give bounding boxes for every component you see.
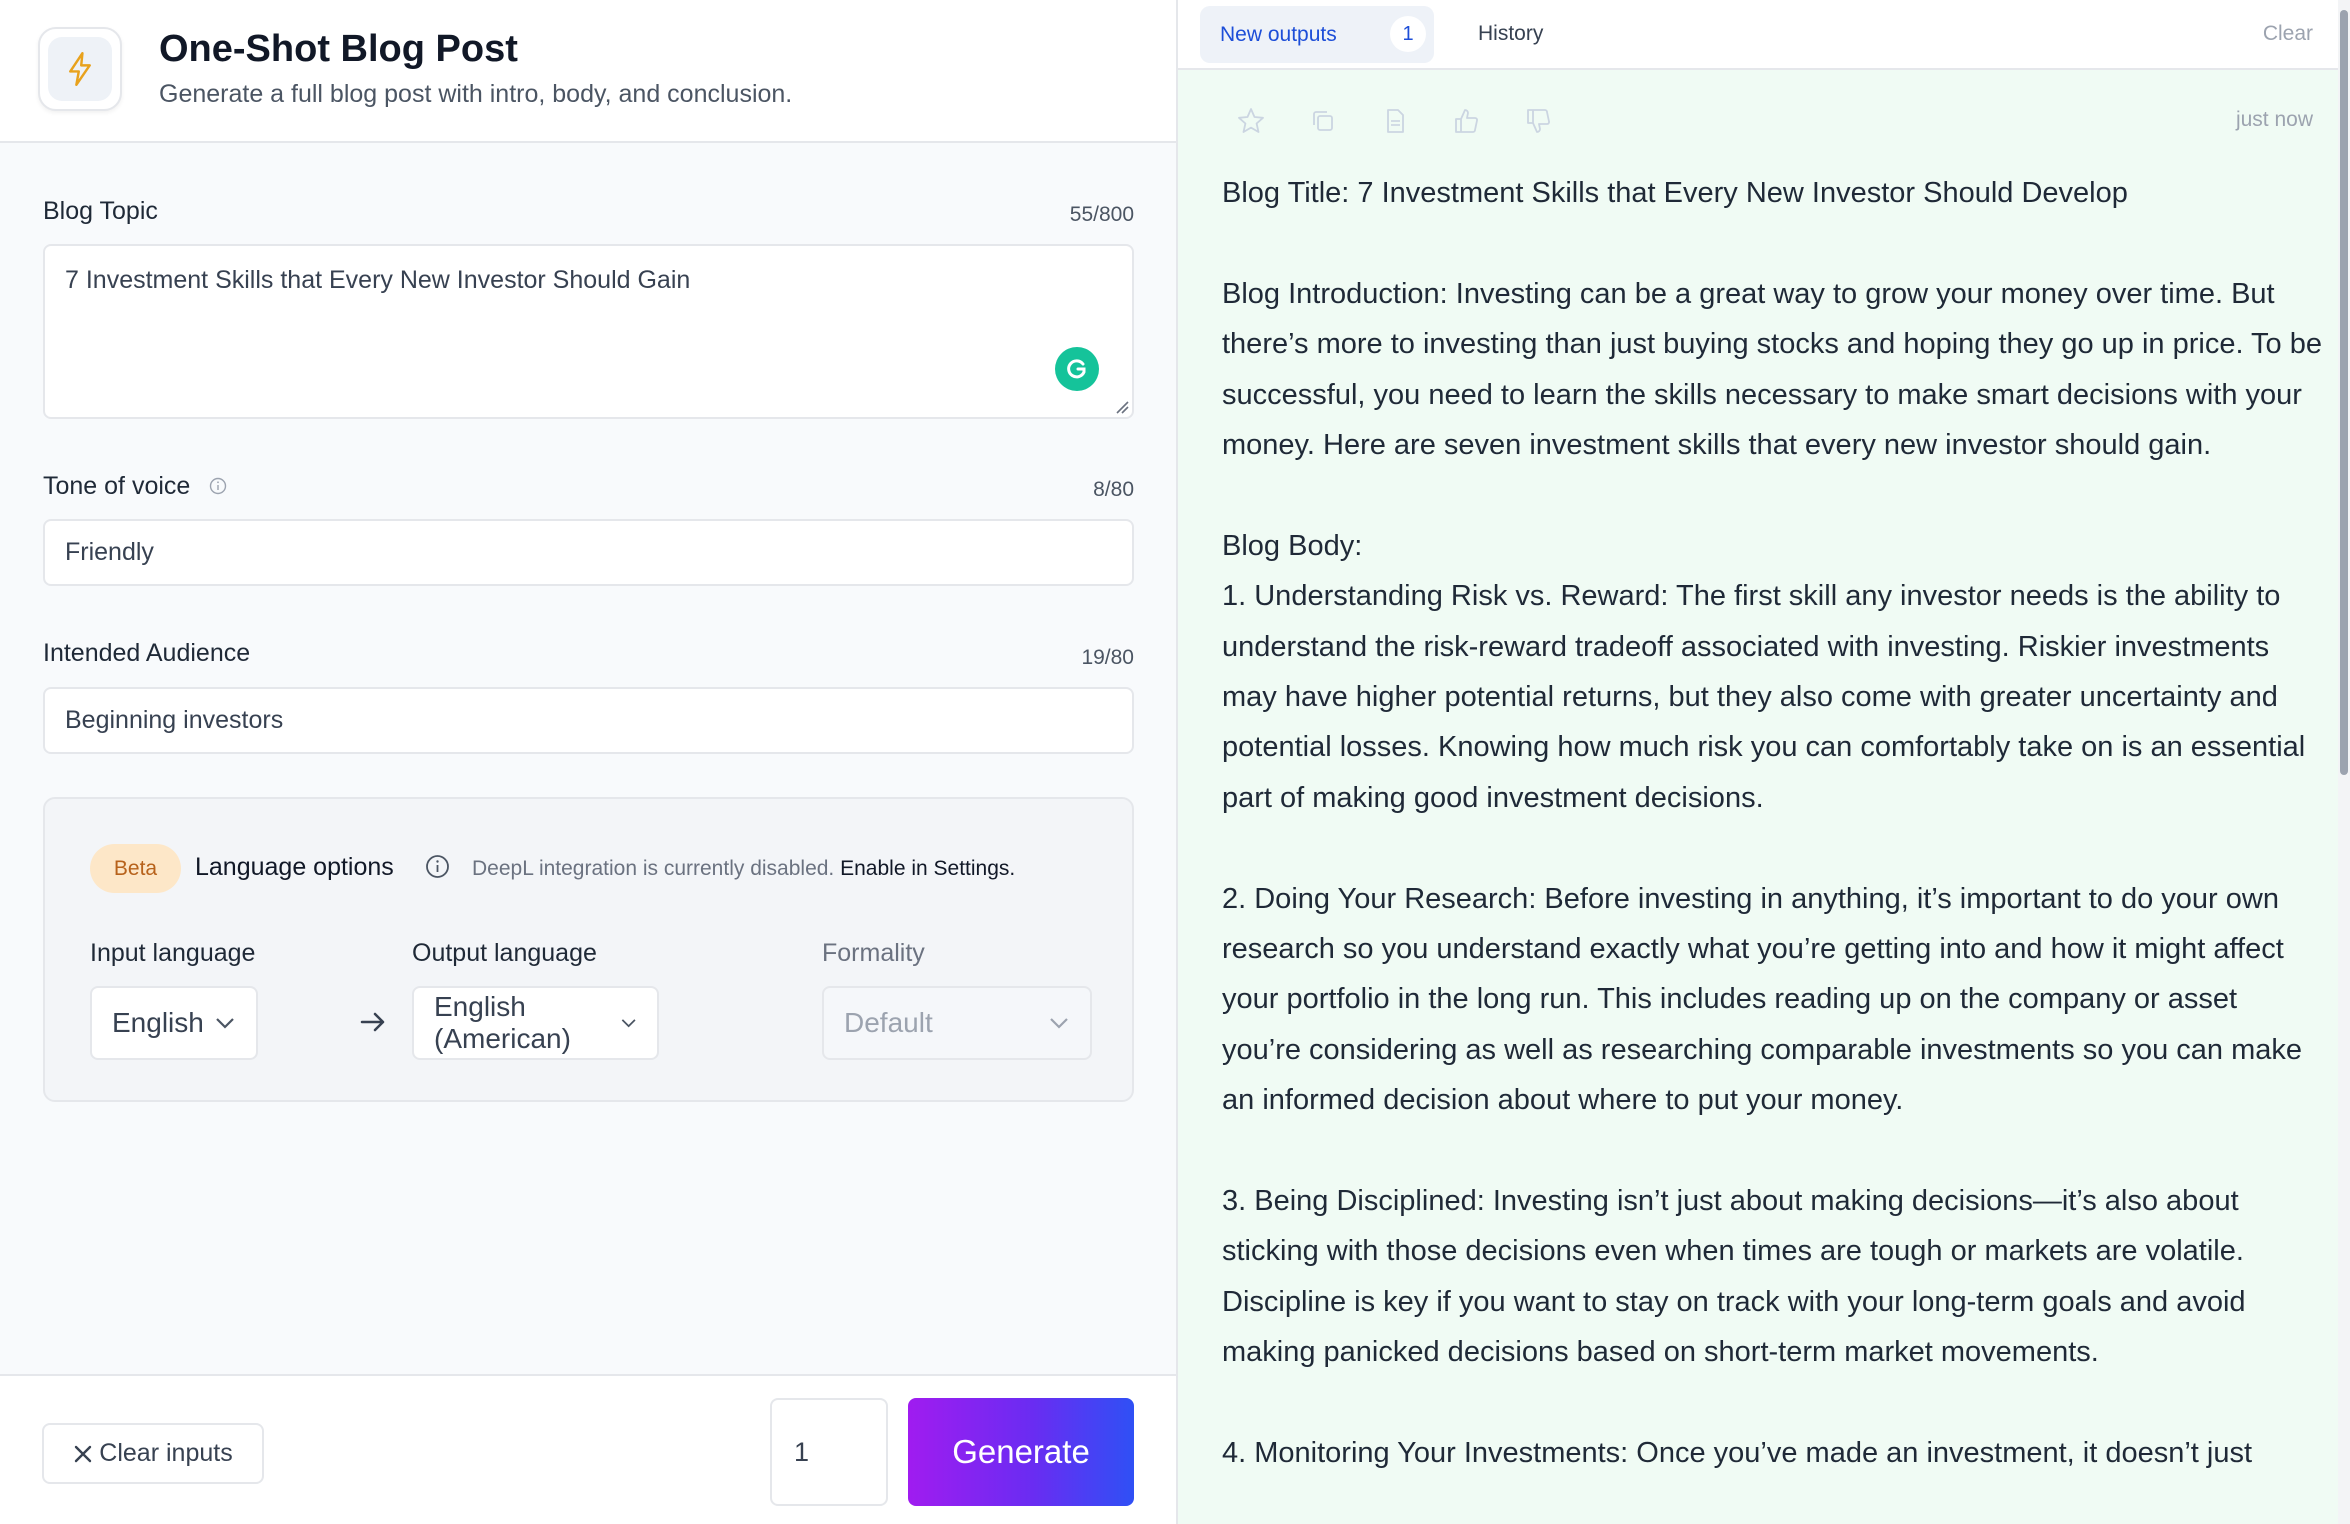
blog-topic-label: Blog Topic [43, 197, 158, 225]
audience-label: Intended Audience [43, 639, 251, 667]
output-paragraph: 4. Monitoring Your Investments: Once you… [1222, 1437, 2253, 1470]
chevron-down-icon [216, 1018, 234, 1029]
enable-settings-link[interactable]: Enable in Settings. [840, 857, 1015, 880]
audience-input[interactable]: Beginning investors [43, 687, 1134, 754]
new-outputs-count-badge: 1 [1390, 16, 1426, 52]
formality-label: Formality [822, 939, 925, 967]
generate-button[interactable]: Generate [908, 1398, 1134, 1506]
audience-counter: 19/80 [1081, 646, 1134, 669]
page-subtitle: Generate a full blog post with intro, bo… [159, 80, 793, 108]
star-icon[interactable] [1236, 106, 1266, 136]
language-options-panel: Beta Language options DeepL integration … [43, 797, 1134, 1102]
grammarly-icon[interactable] [1055, 347, 1099, 391]
close-icon [75, 1445, 92, 1462]
app-header: One-Shot Blog Post Generate a full blog … [0, 0, 1176, 143]
tab-history[interactable]: History [1478, 22, 1543, 46]
chevron-down-icon [1050, 1018, 1068, 1029]
output-paragraph: Blog Introduction: Investing can be a gr… [1222, 277, 2323, 462]
resize-handle-icon[interactable] [1115, 400, 1129, 414]
output-paragraph: Blog Title: 7 Investment Skills that Eve… [1222, 177, 2128, 209]
output-timestamp: just now [2235, 108, 2313, 131]
deepl-note: DeepL integration is currently disabled.… [472, 857, 1016, 880]
blog-topic-counter: 55/800 [1069, 203, 1134, 226]
info-icon[interactable] [425, 854, 450, 879]
chevron-down-icon [621, 1019, 636, 1028]
copy-icon[interactable] [1308, 106, 1338, 136]
output-count-input[interactable]: 1 [770, 1398, 888, 1506]
output-scrollbar[interactable] [2338, 0, 2350, 1524]
output-panel: New outputs 1 History Clear just now Blo… [1178, 0, 2350, 1524]
tone-counter: 8/80 [1093, 478, 1134, 501]
tone-input[interactable]: Friendly [43, 519, 1134, 586]
output-paragraph: 3. Being Disciplined: Investing isn’t ju… [1222, 1185, 2246, 1369]
beta-badge: Beta [90, 844, 181, 893]
arrow-right-icon [360, 1012, 385, 1032]
page-title: One-Shot Blog Post [159, 28, 518, 70]
document-icon[interactable] [1380, 106, 1410, 136]
thumbs-down-icon[interactable] [1524, 106, 1554, 136]
lightning-icon [69, 52, 91, 86]
formality-select: Default [822, 986, 1092, 1060]
output-paragraph: Blog Body: [1222, 529, 1363, 562]
input-language-label: Input language [90, 939, 256, 967]
generated-blog-post: Blog Title: 7 Investment Skills that Eve… [1222, 168, 2322, 1478]
input-language-select[interactable]: English [90, 986, 258, 1060]
output-language-select[interactable]: English (American) [412, 986, 659, 1060]
output-language-label: Output language [412, 939, 597, 967]
output-tabs: New outputs 1 History Clear [1178, 0, 2350, 70]
scrollbar-thumb[interactable] [2340, 10, 2348, 775]
clear-outputs-button[interactable]: Clear [2263, 22, 2313, 46]
app-icon [38, 27, 122, 111]
info-icon[interactable] [209, 477, 227, 495]
form-footer: Clear inputs 1 Generate [0, 1374, 1176, 1524]
output-paragraph: 1. Understanding Risk vs. Reward: The fi… [1222, 580, 2306, 814]
blog-topic-textarea[interactable]: 7 Investment Skills that Every New Inves… [43, 244, 1134, 419]
thumbs-up-icon[interactable] [1452, 106, 1482, 136]
output-paragraph: 2. Doing Your Research: Before investing… [1222, 882, 2302, 1117]
language-options-title: Language options [195, 853, 394, 881]
input-panel: One-Shot Blog Post Generate a full blog … [0, 0, 1178, 1524]
tab-new-outputs[interactable]: New outputs 1 [1200, 6, 1434, 63]
clear-inputs-button[interactable]: Clear inputs [42, 1423, 264, 1484]
tone-label: Tone of voice [43, 472, 191, 500]
